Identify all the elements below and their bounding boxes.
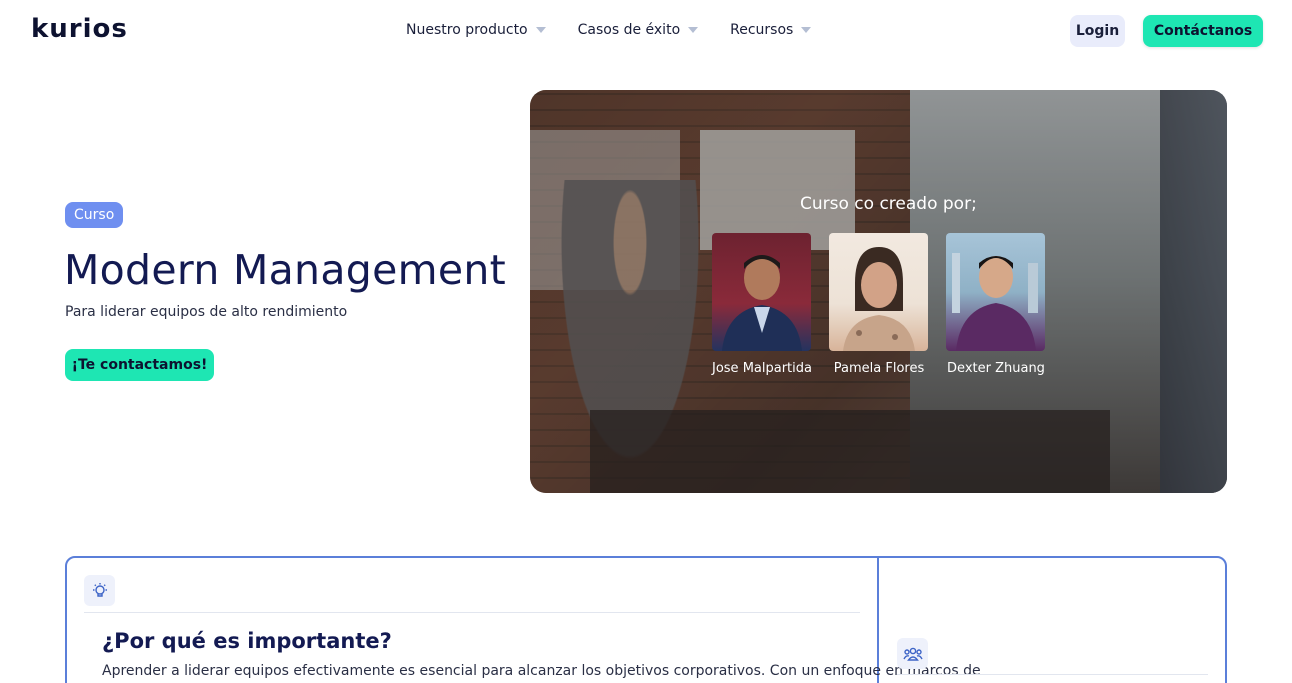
login-button[interactable]: Login bbox=[1070, 15, 1125, 47]
why-title: ¿Por qué es importante? bbox=[102, 629, 392, 653]
section-separator bbox=[84, 612, 860, 613]
hero-title: Modern Management bbox=[64, 246, 507, 294]
section-separator bbox=[897, 674, 1208, 675]
author-card: Jose Malpartida bbox=[712, 233, 812, 376]
hero-subtitle: Para liderar equipos de alto rendimiento bbox=[65, 304, 348, 320]
nav-label: Nuestro producto bbox=[406, 22, 528, 38]
author-name: Pamela Flores bbox=[833, 361, 925, 376]
contact-button[interactable]: Contáctanos bbox=[1143, 15, 1263, 47]
nav-nuestro-producto[interactable]: Nuestro producto bbox=[406, 22, 546, 38]
author-photo bbox=[829, 233, 928, 351]
author-photo bbox=[712, 233, 811, 351]
chevron-down-icon bbox=[535, 27, 546, 33]
why-text: Aprender a liderar equipos efectivamente… bbox=[102, 663, 981, 679]
main-nav: Nuestro producto Casos de éxito Recursos bbox=[406, 22, 843, 38]
kurios-logo[interactable]: kurios bbox=[31, 14, 128, 44]
author-card: Dexter Zhuang bbox=[946, 233, 1046, 376]
chevron-down-icon bbox=[688, 27, 699, 33]
nav-label: Casos de éxito bbox=[577, 22, 681, 38]
nav-label: Recursos bbox=[730, 22, 794, 38]
created-by-label: Curso co creado por; bbox=[800, 194, 977, 214]
course-badge: Curso bbox=[65, 202, 124, 228]
nav-recursos[interactable]: Recursos bbox=[730, 22, 812, 38]
cta-button[interactable]: ¡Te contactamos! bbox=[65, 349, 214, 381]
chevron-down-icon bbox=[801, 27, 812, 33]
author-photo bbox=[946, 233, 1045, 351]
hero-image: Curso co creado por; Jose Malpartida Pam… bbox=[530, 90, 1227, 493]
author-card: Pamela Flores bbox=[829, 233, 929, 376]
author-name: Dexter Zhuang bbox=[947, 361, 1045, 376]
lightbulb-icon bbox=[84, 575, 115, 606]
nav-casos-de-exito[interactable]: Casos de éxito bbox=[578, 22, 699, 38]
team-icon bbox=[897, 638, 928, 669]
author-name: Jose Malpartida bbox=[712, 361, 812, 376]
